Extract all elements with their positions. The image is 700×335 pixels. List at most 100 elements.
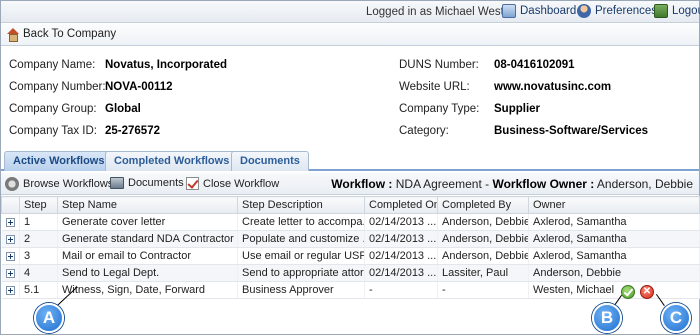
callout-marker-a: A [34,303,64,333]
expand-icon[interactable] [5,217,15,227]
category-label: Category: [399,125,449,137]
expand-icon[interactable] [5,268,15,278]
cell-step-name: Send to Legal Dept. [57,264,238,282]
workflow-name: NDA Agreement [395,177,482,191]
company-name-label: Company Name: [9,59,96,71]
company-group-label: Company Group: [9,103,97,115]
cell-step-description: Create letter to accompa... [237,213,365,231]
cell-completed-on: 02/14/2013 ... [364,264,438,282]
table-row[interactable]: 1 Generate cover letter Create letter to… [1,213,700,231]
checkbox-icon [186,177,199,190]
workflow-toolbar: Browse Workflows Documents Close Workflo… [1,173,699,195]
logout-label: Logout [672,5,700,17]
browse-workflows-button[interactable]: Browse Workflows [5,177,113,191]
cell-step-description: Populate and customize ... [237,230,365,248]
table-row[interactable]: 2 Generate standard NDA Contractor f... … [1,230,700,248]
duns-number-value: 08-0416102091 [494,59,575,71]
preferences-link[interactable]: Preferences [577,4,657,18]
tab-completed-workflows[interactable]: Completed Workflows [105,151,239,171]
logout-link[interactable]: Logout [654,4,700,18]
workflow-steps-grid: Step Step Name Step Description Complete… [1,196,700,299]
cell-completed-by: Anderson, Debbie [437,247,529,265]
row-expander[interactable] [1,213,20,231]
callout-marker-c: C [661,303,691,333]
cell-step-description: Use email or regular USP... [237,247,365,265]
cell-completed-by: Anderson, Debbie [437,230,529,248]
close-workflow-button[interactable]: Close Workflow [186,177,279,190]
cell-owner: Axlerod, Samantha [528,247,700,265]
close-workflow-label: Close Workflow [203,177,280,190]
tab-active-workflows[interactable]: Active Workflows [4,151,114,171]
cell-step: 2 [19,230,58,248]
column-header-completed-by[interactable]: Completed By [437,196,529,214]
reject-icon[interactable]: ✕ [640,285,654,299]
workflow-owner-label: Workflow Owner : [492,177,595,191]
table-row[interactable]: 4 Send to Legal Dept. Send to appropriat… [1,264,700,282]
website-url-label: Website URL: [399,81,470,93]
cell-step: 4 [19,264,58,282]
back-to-company-link[interactable]: Back To Company [6,28,117,42]
dashboard-label: Dashboard [520,5,577,17]
company-group-value: Global [105,103,141,115]
website-url-value: www.novatusinc.com [494,81,612,93]
cell-owner: Anderson, Debbie [528,264,700,282]
expander-column-header [1,196,20,214]
cell-completed-by: - [437,281,529,299]
category-value: Business-Software/Services [494,125,649,137]
dashboard-link[interactable]: Dashboard [502,4,576,18]
cell-completed-on: 02/14/2013 ... [364,213,438,231]
cell-step-name: Witness, Sign, Date, Forward [57,281,238,299]
cell-owner: Axlerod, Samantha [528,230,700,248]
user-icon [577,4,591,18]
cell-step: 1 [19,213,58,231]
browse-workflows-label: Browse Workflows [23,178,114,190]
company-name-value: Novatus, Incorporated [105,59,228,71]
cell-completed-on: 02/14/2013 ... [364,230,438,248]
logged-in-text: Logged in as Michael Westen [366,6,517,18]
cell-step-name: Generate cover letter [57,213,238,231]
back-bar: Back To Company [1,24,699,46]
logout-icon [654,4,668,18]
cell-step: 3 [19,247,58,265]
approve-icon[interactable] [621,285,635,299]
company-tax-id-label: Company Tax ID: [9,125,97,137]
company-number-value: NOVA-00112 [105,81,173,93]
back-label: Back To Company [23,28,117,40]
company-number-label: Company Number: [9,81,106,93]
company-tax-id-value: 25-276572 [105,125,160,137]
duns-number-label: DUNS Number: [399,59,479,71]
column-header-step[interactable]: Step [19,196,58,214]
expand-icon[interactable] [5,285,15,295]
expand-icon[interactable] [5,251,15,261]
row-expander[interactable] [1,264,20,282]
top-bar: Logged in as Michael Westen Dashboard Pr… [1,1,700,23]
home-icon [6,28,19,42]
cell-completed-by: Anderson, Debbie [437,213,529,231]
tab-documents[interactable]: Documents [231,151,309,171]
column-header-owner[interactable]: Owner [528,196,700,214]
cell-owner: Axlerod, Samantha [528,213,700,231]
workflow-info: Workflow : NDA Agreement - Workflow Owne… [331,177,693,191]
company-type-label: Company Type: [399,103,480,115]
workflow-label: Workflow : [331,177,393,191]
company-info-panel: Company Name: Novatus, Incorporated Comp… [1,48,699,146]
cell-completed-on: - [364,281,438,299]
table-row[interactable]: 5.1 Witness, Sign, Date, Forward Busines… [1,281,700,299]
cell-completed-by: Lassiter, Paul [437,264,529,282]
browse-icon [5,177,19,191]
cell-completed-on: 02/14/2013 ... [364,247,438,265]
row-expander[interactable] [1,230,20,248]
row-expander[interactable] [1,247,20,265]
column-header-step-name[interactable]: Step Name [57,196,238,214]
column-header-step-description[interactable]: Step Description [237,196,365,214]
cell-step-name: Mail or email to Contractor [57,247,238,265]
row-expander[interactable] [1,281,20,299]
column-header-completed-on[interactable]: Completed On [364,196,438,214]
documents-button[interactable]: Documents [110,177,184,189]
cell-step-name: Generate standard NDA Contractor f... [57,230,238,248]
dashboard-icon [502,4,516,18]
documents-icon [110,177,124,189]
cell-owner: Westen, Michael [528,281,700,299]
expand-icon[interactable] [5,234,15,244]
table-row[interactable]: 3 Mail or email to Contractor Use email … [1,247,700,265]
